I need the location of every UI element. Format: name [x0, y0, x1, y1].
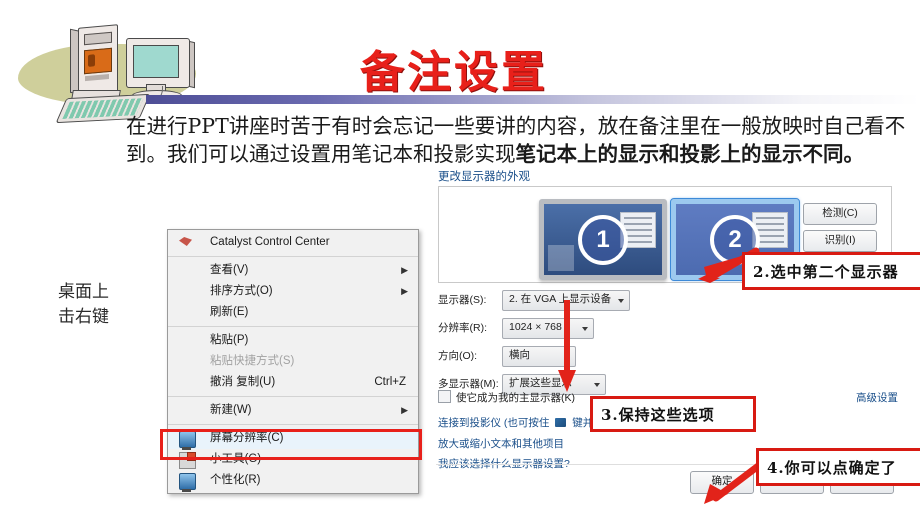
connect-projector-text-pre: 连接到投影仪 (也可按住 — [438, 417, 550, 429]
highlight-box-screen-resolution — [160, 429, 422, 460]
checkbox[interactable] — [438, 390, 451, 403]
callout-line-2: 击右键 — [58, 307, 109, 327]
windows-key-icon — [555, 418, 567, 427]
orientation-select[interactable]: 横向 — [502, 346, 576, 367]
menu-item-sort-by[interactable]: 排序方式(O) ▶ — [168, 281, 418, 302]
resolution-field-label: 分辨率(R): — [438, 322, 487, 334]
primary-display-checkbox-label: 使它成为我的主显示器(K) — [456, 392, 575, 404]
menu-item-new[interactable]: 新建(W) ▶ — [168, 400, 418, 421]
multiple-displays-field-label: 多显示器(M): — [438, 378, 499, 390]
chevron-right-icon: ▶ — [401, 286, 408, 296]
clipart-tower-icon — [78, 24, 118, 96]
body-paragraph: 在进行PPT讲座时苦于有时会忘记一些要讲的内容，放在备注里在一般放映时自己看不到… — [126, 112, 906, 168]
menu-separator — [168, 396, 418, 397]
menu-item-label: 查看(V) — [210, 264, 249, 276]
menu-item-label: Catalyst Control Center — [210, 236, 330, 248]
clipart-monitor-icon — [126, 38, 190, 88]
menu-item-label: 新建(W) — [210, 404, 252, 416]
menu-item-label: 撤消 复制(U) — [210, 376, 276, 388]
menu-item-label: 个性化(R) — [210, 474, 261, 486]
paragraph-bold-text: 笔记本上的显示和投影上的显示不同。 — [515, 142, 865, 166]
menu-item-undo-copy[interactable]: 撤消 复制(U) Ctrl+Z — [168, 372, 418, 393]
monitor-icon — [179, 473, 196, 492]
callout-line-1: 桌面上 — [58, 282, 109, 302]
menu-item-paste[interactable]: 粘贴(P) — [168, 330, 418, 351]
monitor-taskbar-graphic — [548, 245, 574, 271]
menu-separator — [168, 326, 418, 327]
advanced-settings-link[interactable]: 高级设置 — [856, 390, 898, 405]
primary-display-checkbox-row[interactable]: 使它成为我的主显示器(K) — [438, 390, 575, 405]
menu-item-label: 粘贴快捷方式(S) — [210, 355, 295, 367]
detect-button[interactable]: 检测(C) — [803, 203, 877, 225]
dialog-heading: 更改显示器的外观 — [438, 171, 530, 183]
monitor-thumbnail-1[interactable]: 1 — [539, 199, 667, 280]
annotation-step-4: 4.你可以点确定了 — [756, 448, 920, 486]
menu-item-catalyst-control-center[interactable]: Catalyst Control Center — [168, 232, 418, 253]
menu-separator — [168, 424, 418, 425]
menu-item-refresh[interactable]: 刷新(E) — [168, 302, 418, 323]
menu-item-paste-shortcut: 粘贴快捷方式(S) — [168, 351, 418, 372]
orientation-field-label: 方向(O): — [438, 350, 478, 362]
ok-button[interactable]: 确定 — [690, 471, 754, 494]
menu-separator — [168, 256, 418, 257]
text-size-link[interactable]: 放大或缩小文本和其他项目 — [438, 436, 564, 451]
menu-item-accelerator: Ctrl+Z — [374, 376, 406, 388]
page-title: 备注设置 — [360, 47, 548, 98]
title-divider — [146, 95, 920, 104]
resolution-select[interactable]: 1024 × 768 — [502, 318, 594, 339]
catalyst-icon — [179, 237, 192, 246]
menu-item-label: 粘贴(P) — [210, 334, 249, 346]
menu-item-view[interactable]: 查看(V) ▶ — [168, 260, 418, 281]
chevron-right-icon: ▶ — [401, 405, 408, 415]
annotation-step-2: 2.选中第二个显示器 — [742, 252, 920, 290]
desktop-rightclick-callout: 桌面上 击右键 — [58, 280, 109, 330]
annotation-step-3: 3.保持这些选项 — [590, 396, 756, 432]
menu-item-label: 排序方式(O) — [210, 285, 273, 297]
chevron-right-icon: ▶ — [401, 265, 408, 275]
slide-canvas: 中学 备注设置 在进行PPT讲座 — [0, 0, 920, 518]
monitor-number-1: 1 — [578, 214, 628, 265]
menu-item-personalize[interactable]: 个性化(R) — [168, 470, 418, 492]
display-select[interactable]: 2. 在 VGA 上显示设备 — [502, 290, 631, 311]
identify-button[interactable]: 识别(I) — [803, 230, 877, 252]
display-field-label: 显示器(S): — [438, 294, 487, 306]
menu-item-label: 刷新(E) — [210, 306, 249, 318]
